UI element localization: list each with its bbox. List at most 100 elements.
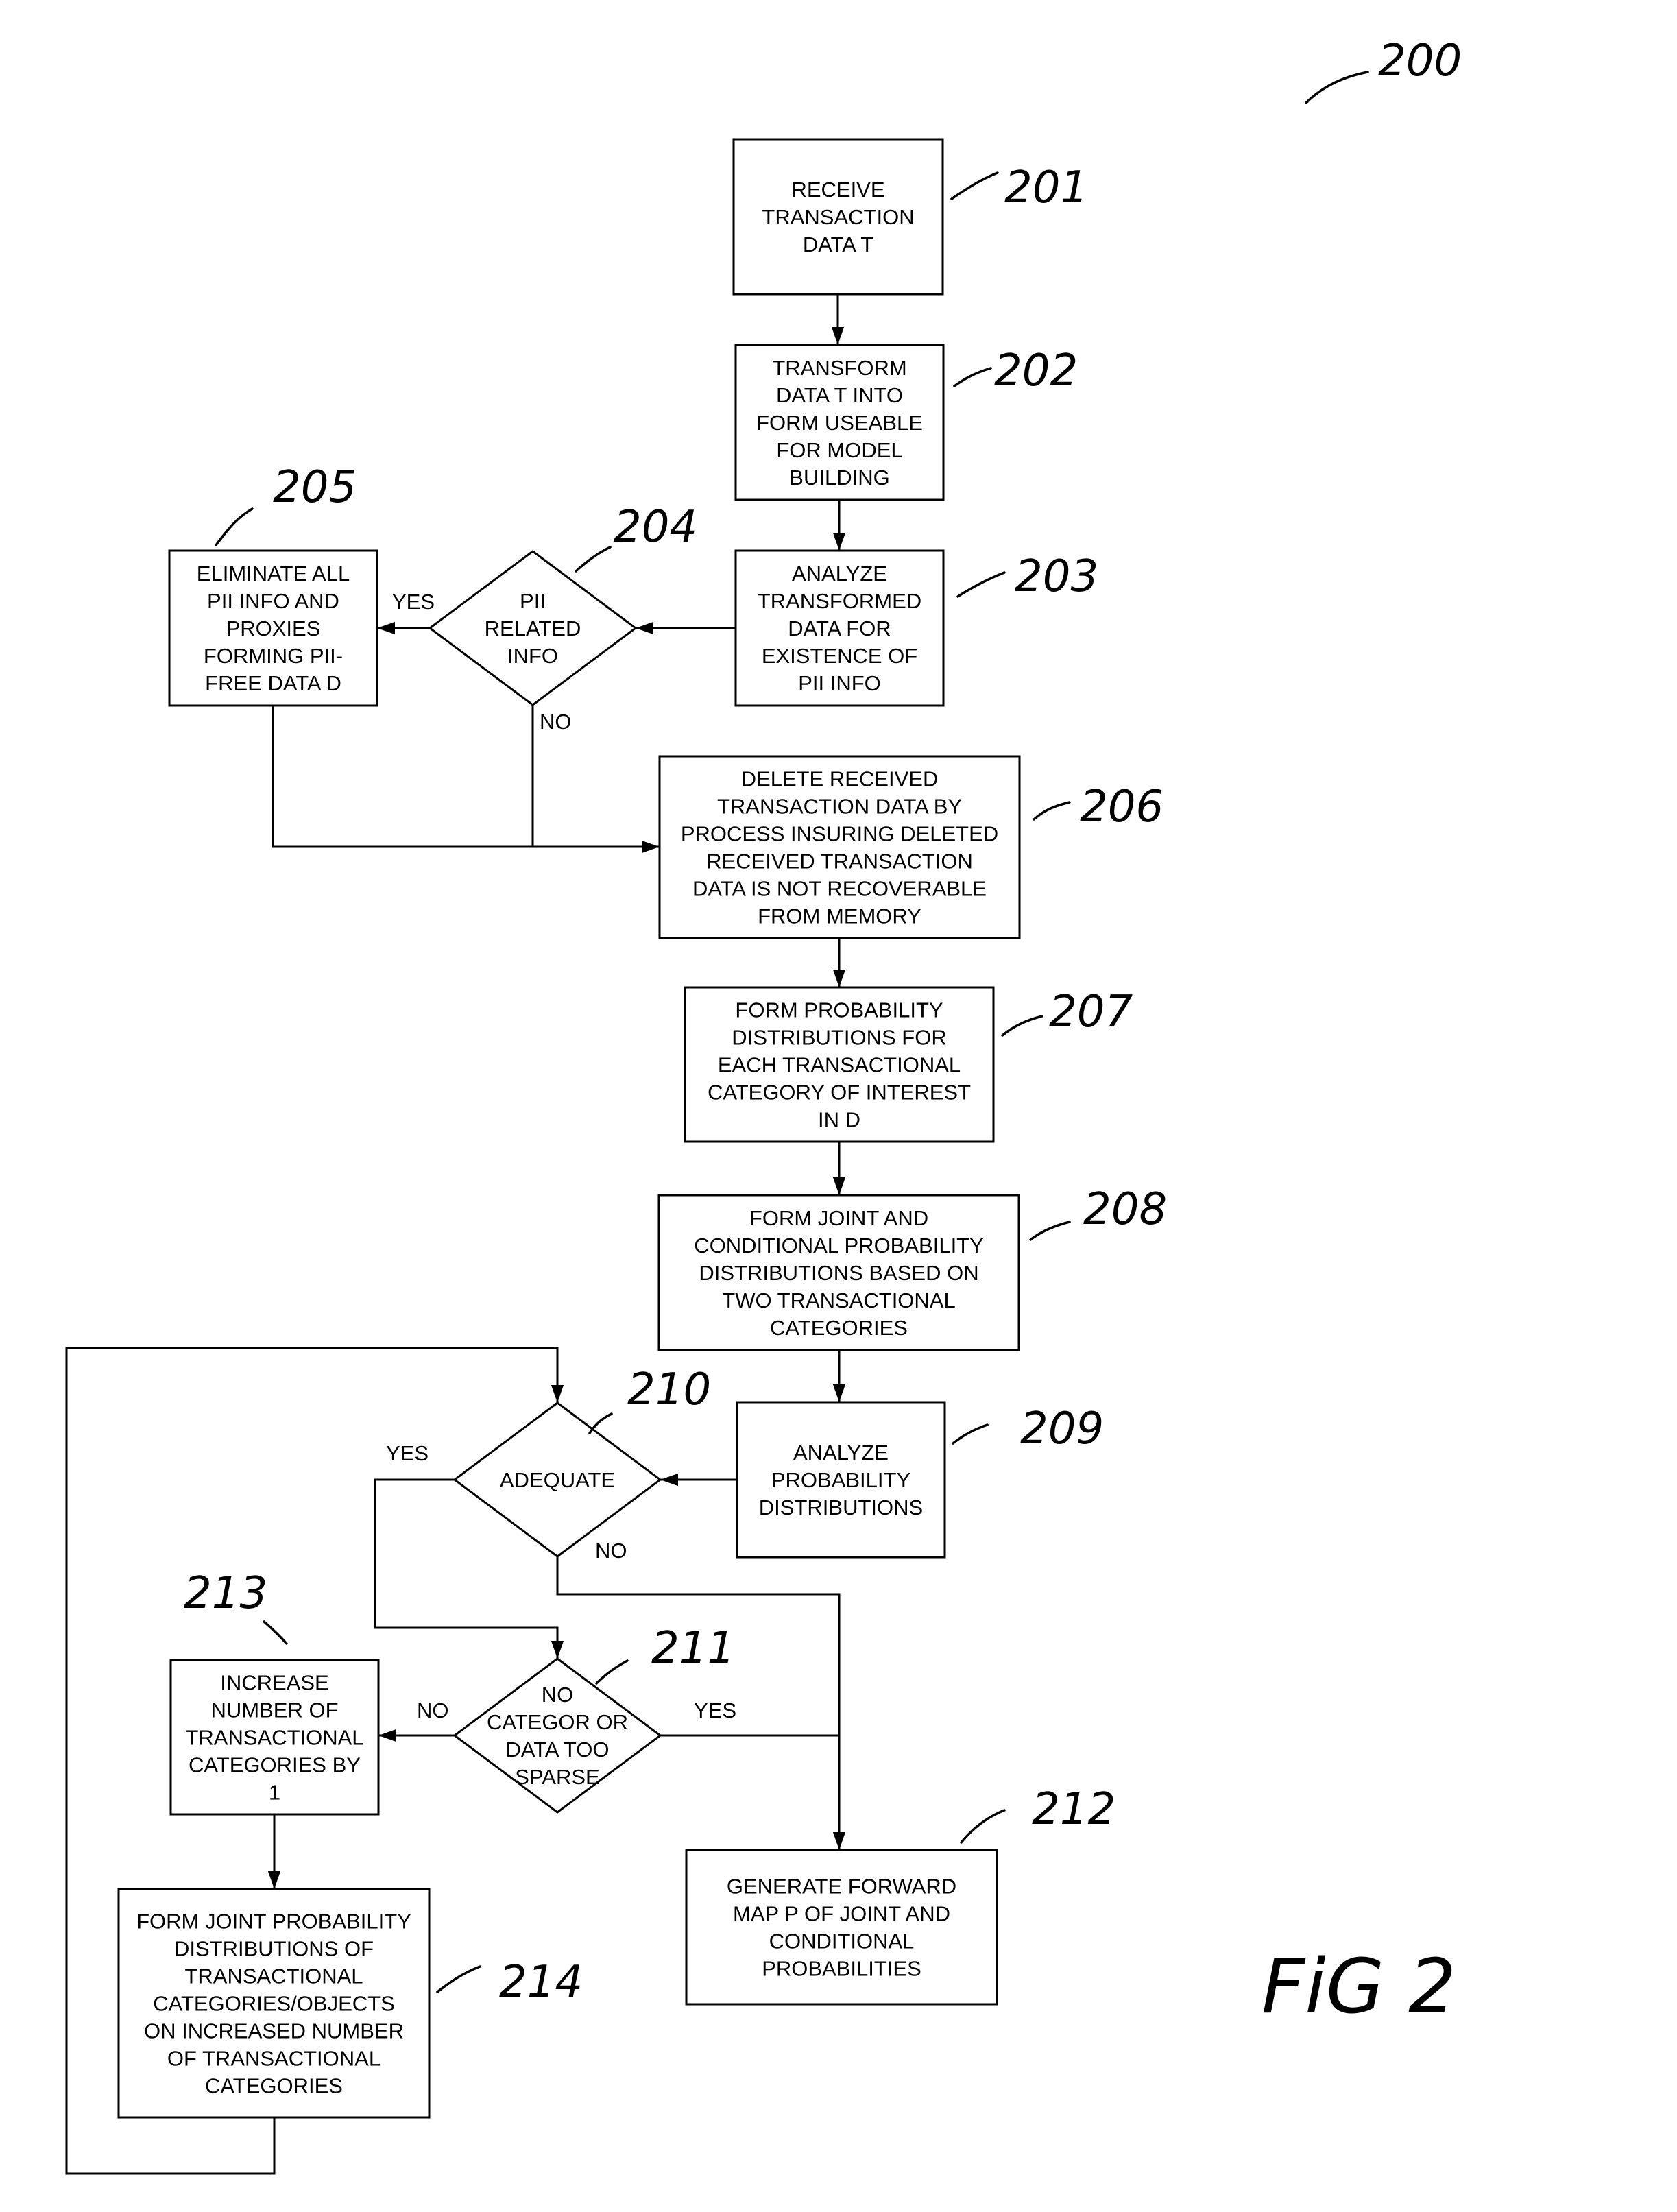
node-text-line: DATA T INTO [776, 383, 903, 407]
ref-numeral-201: 201 [1004, 163, 1088, 213]
decision-210: ADEQUATE [453, 1402, 662, 1558]
edge-label-yes-210: YES [386, 1441, 429, 1465]
ref-numeral-213: 213 [184, 1568, 267, 1619]
ref-leader-201 [950, 171, 999, 200]
node-text-line: PII [520, 589, 546, 613]
node-text-line: INCREASE [220, 1671, 328, 1695]
node-text-line: TRANSACTIONAL [184, 1964, 363, 1988]
process-box-209: ANALYZE PROBABILITY DISTRIBUTIONS [736, 1401, 946, 1559]
ref-numeral-202: 202 [994, 346, 1078, 396]
process-box-213: INCREASE NUMBER OF TRANSACTIONAL CATEGORIES… [169, 1659, 380, 1816]
node-text-line: DISTRIBUTIONS BASED ON [699, 1261, 978, 1285]
node-text-line: EACH TRANSACTIONAL [718, 1053, 961, 1077]
ref-leader-212 [960, 1809, 1006, 1844]
node-text-line: DELETE RECEIVED [741, 767, 939, 791]
node-text-line: FOR MODEL [776, 438, 902, 462]
process-box-207: FORM PROBABILITY DISTRIBUTIONS FOR EACH TR… [684, 986, 995, 1143]
node-text-line: DISTRIBUTIONS [759, 1495, 923, 1519]
node-text-line: DATA TOO [505, 1738, 609, 1762]
ref-numeral-214: 214 [499, 1957, 583, 2008]
node-text-line: RECEIVE [791, 178, 884, 202]
node-text-line: TRANSFORMED [758, 589, 921, 613]
edge-label-no-210: NO [595, 1539, 627, 1563]
node-text-line: FROM MEMORY [758, 904, 921, 928]
connector-205-206 [272, 706, 660, 854]
ref-numeral-205: 205 [273, 462, 357, 513]
ref-leader-210 [588, 1412, 613, 1434]
ref-numeral-209: 209 [1020, 1404, 1104, 1454]
node-text-line: EXISTENCE OF [762, 644, 917, 668]
node-text-line: TWO TRANSACTIONAL [722, 1288, 955, 1312]
ref-numeral-208: 208 [1083, 1184, 1167, 1235]
node-text-line: TRANSACTIONAL [185, 1726, 363, 1750]
process-box-202: TRANSFORM DATA T INTO FORM USEABLE FOR MODE… [734, 344, 945, 501]
node-text-line: FORMING PII- [204, 644, 343, 668]
node-text-line: CATEGORIES BY [189, 1753, 361, 1777]
node-text-line: DATA IS NOT RECOVERABLE [692, 877, 987, 901]
node-text-line: RELATED [485, 616, 581, 640]
ref-leader-206 [1033, 801, 1071, 821]
ref-leader-203 [956, 571, 1006, 598]
node-text-line: BUILDING [789, 466, 889, 490]
ref-numeral-210: 210 [627, 1365, 711, 1415]
node-text-line: CONDITIONAL [769, 1930, 915, 1953]
edge-label-no-211: NO [417, 1698, 449, 1722]
ref-leader-207 [1001, 1015, 1043, 1037]
process-box-214: FORM JOINT PROBABILITY DISTRIBUTIONS OF TR… [117, 1888, 431, 2119]
node-text-line: CATEGORIES [205, 2074, 343, 2098]
node-text-line: INFO [507, 644, 558, 668]
node-text-line: CONDITIONAL PROBABILITY [694, 1234, 984, 1258]
node-text-line: NO [542, 1683, 574, 1707]
box-outline [685, 1849, 998, 2006]
node-text-line: ELIMINATE ALL [197, 562, 350, 586]
ref-numeral-203: 203 [1015, 551, 1098, 602]
edge-label-no-204: NO [540, 710, 572, 734]
ref-leader-209 [952, 1423, 989, 1445]
node-text-line: ON INCREASED NUMBER [144, 2019, 404, 2043]
figure-ref-leader [1305, 71, 1369, 104]
node-text-line: CATEGORIES/OBJECTS [153, 1992, 395, 2016]
ref-numeral-212: 212 [1032, 1784, 1115, 1835]
node-text-line: FORM USEABLE [756, 411, 923, 435]
ref-leader-211 [595, 1659, 629, 1685]
ref-leader-205 [215, 507, 254, 546]
node-text-line: FREE DATA D [205, 671, 341, 695]
node-text-line: GENERATE FORWARD [727, 1875, 956, 1899]
ref-leader-208 [1029, 1221, 1071, 1241]
node-text-line: DISTRIBUTIONS FOR [732, 1026, 946, 1050]
process-box-206: DELETE RECEIVED TRANSACTION DATA BY PROCES… [658, 755, 1021, 939]
ref-numeral-206: 206 [1080, 782, 1163, 832]
node-text-line: PII INFO [798, 671, 881, 695]
node-text-line: PROBABILITY [771, 1468, 910, 1492]
node-text-line: DATA T [803, 232, 873, 256]
process-box-201: RECEIVE TRANSACTION DATA T [732, 138, 944, 296]
shapes: RECEIVE TRANSACTION DATA T TRANSFORM DATA T … [117, 138, 1021, 2119]
node-text-line: RECEIVED TRANSACTION [706, 850, 973, 874]
node-text-line: ANALYZE [793, 1441, 889, 1465]
ref-numeral-204: 204 [614, 502, 697, 553]
node-text-line: CATEGOR OR [487, 1710, 628, 1734]
ref-leader-213 [263, 1620, 288, 1645]
node-text-line: NUMBER OF [211, 1698, 339, 1722]
process-box-212: GENERATE FORWARD MAP P OF JOINT AND CONDIT… [685, 1849, 998, 2006]
node-text-line: CATEGORIES [770, 1316, 908, 1340]
node-text-line: SPARSE [515, 1765, 599, 1789]
ref-leader-202 [953, 367, 992, 387]
node-text-line: FORM PROBABILITY [735, 998, 943, 1022]
node-text-line: ANALYZE [792, 562, 887, 586]
edge-label-yes-211: YES [694, 1698, 736, 1722]
diamond-outline [453, 1657, 662, 1814]
node-text-line: IN D [818, 1108, 860, 1132]
node-text-line: PROBABILITIES [762, 1957, 921, 1981]
figure-ref-200: 200 [1378, 36, 1462, 86]
flowchart: RECEIVE TRANSACTION DATA T TRANSFORM DATA T … [65, 36, 1462, 2175]
node-text-line: PROCESS INSURING DELETED [681, 822, 998, 846]
node-text-line: TRANSFORM [772, 356, 906, 380]
node-text-line: ADEQUATE [500, 1468, 615, 1492]
ref-leader-214 [436, 1965, 481, 1993]
ref-leader-204 [575, 546, 612, 573]
figure-label: FiG 2 [1262, 1943, 1456, 2030]
node-text-line: DATA FOR [788, 616, 891, 640]
decision-204: PII RELATED INFO [428, 550, 638, 706]
ref-numeral-211: 211 [651, 1623, 735, 1674]
